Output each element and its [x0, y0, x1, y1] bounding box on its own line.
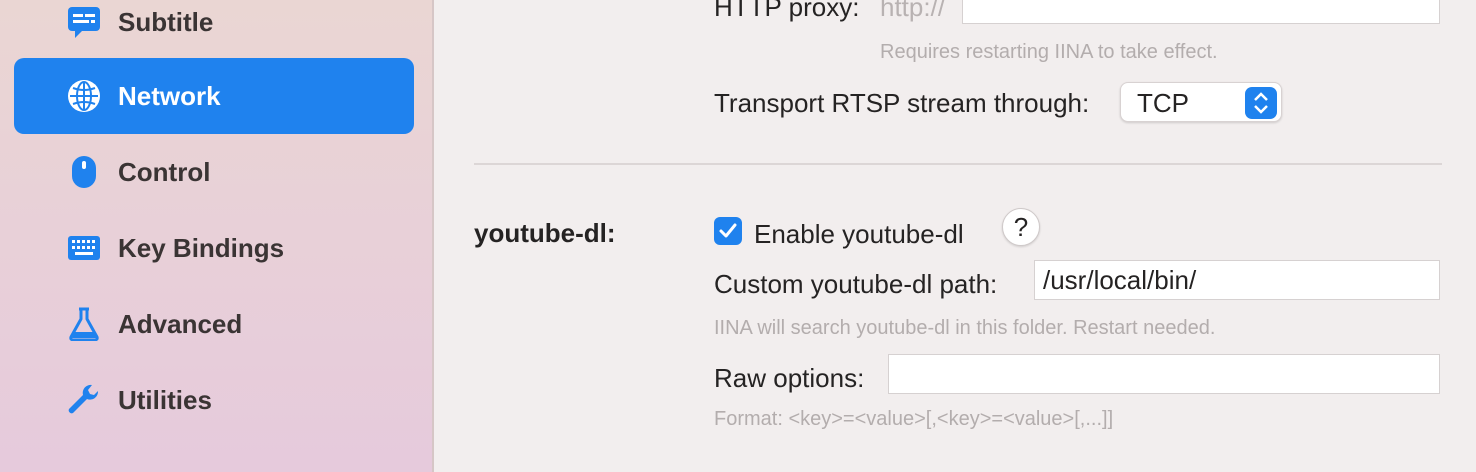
sidebar-item-network[interactable]: Network — [14, 58, 414, 134]
sidebar-item-label: Network — [118, 80, 221, 111]
sidebar-item-control[interactable]: Control — [14, 134, 414, 210]
network-preferences-pane: HTTP proxy: http:// Requires restarting … — [434, 0, 1476, 472]
rtsp-transport-select[interactable]: TCP — [1120, 82, 1282, 122]
sidebar-item-key-bindings[interactable]: Key Bindings — [14, 210, 414, 286]
chevron-updown-icon — [1245, 87, 1277, 119]
raw-options-hint: Format: <key>=<value>[,<key>=<value>[,..… — [714, 408, 1114, 430]
sidebar-item-subtitle[interactable]: Subtitle — [14, 0, 414, 60]
custom-path-hint: IINA will search youtube-dl in this fold… — [714, 317, 1216, 339]
globe-icon — [66, 78, 102, 114]
enable-youtube-dl-label: Enable youtube-dl — [754, 219, 964, 249]
sidebar-item-label: Utilities — [118, 384, 212, 415]
http-proxy-input[interactable] — [962, 0, 1440, 24]
checkmark-icon — [719, 223, 737, 238]
subtitle-icon — [66, 4, 102, 40]
custom-path-label: Custom youtube-dl path: — [714, 269, 998, 299]
sidebar-item-utilities[interactable]: Utilities — [14, 362, 414, 438]
raw-options-label: Raw options: — [714, 363, 865, 393]
help-button[interactable]: ? — [1002, 208, 1040, 246]
custom-path-input[interactable] — [1034, 260, 1440, 300]
sidebar-item-advanced[interactable]: Advanced — [14, 286, 414, 362]
wrench-icon — [66, 382, 102, 418]
keyboard-icon — [66, 230, 102, 266]
sidebar-item-label: Advanced — [118, 308, 243, 339]
section-divider — [474, 163, 1442, 165]
http-proxy-hint: Requires restarting IINA to take effect. — [880, 41, 1218, 63]
enable-youtube-dl-checkbox[interactable] — [714, 217, 742, 245]
flask-icon — [66, 306, 102, 342]
preferences-sidebar: Subtitle Network Control Key Bindings Ad… — [0, 0, 434, 472]
http-proxy-label: HTTP proxy: — [714, 0, 860, 22]
youtube-dl-section-label: youtube-dl: — [474, 218, 616, 248]
raw-options-input[interactable] — [888, 354, 1440, 394]
sidebar-item-label: Key Bindings — [118, 232, 285, 263]
sidebar-item-label: Control — [118, 156, 211, 187]
rtsp-transport-label: Transport RTSP stream through: — [714, 88, 1090, 118]
sidebar-item-label: Subtitle — [118, 6, 214, 37]
http-proxy-prefix: http:// — [880, 0, 946, 22]
rtsp-transport-value: TCP — [1137, 88, 1189, 118]
mouse-icon — [66, 154, 102, 190]
